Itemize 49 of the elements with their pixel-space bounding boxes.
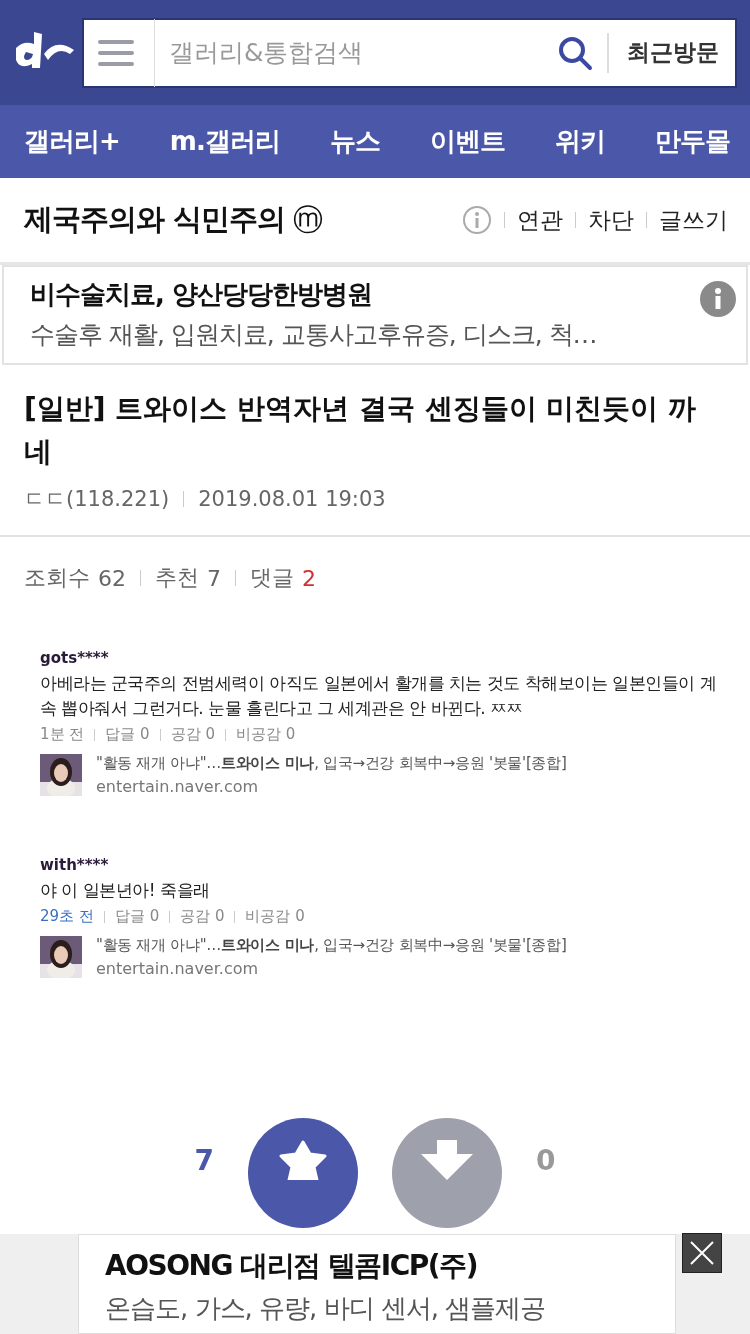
comment-count[interactable]: 공감 0 [180,907,225,926]
gallery-action-link[interactable]: 연관 [517,204,563,236]
nav-link[interactable]: 뉴스 [329,124,380,159]
comment-count[interactable]: 공감 0 [170,725,215,744]
comment-count[interactable]: 비공감 0 [235,725,296,744]
comment-text: 야 이 일본년아! 죽을래 [40,879,211,902]
stat-value: 7 [207,565,221,591]
news-site: entertain.naver.com [96,959,260,978]
stat-value: 2 [302,565,316,591]
news-site: entertain.naver.com [96,777,260,796]
ad-text: 수술후 재활, 입원치료, 교통사고후유증, 디스크, 척… [30,319,597,351]
nav-link[interactable]: 갤러리+ [24,124,120,159]
gallery-title: 제국주의와 식민주의 [24,201,286,238]
ad-text: 온습도, 가스, 유량, 바디 센서, 샘플제공 [105,1292,547,1325]
comment-time: 29초 전 [40,907,94,926]
comment-count[interactable]: 비공감 0 [245,907,305,926]
nav-link[interactable]: m.갤러리 [169,124,280,159]
downvote-count: 0 [536,1144,556,1177]
ad-title: 비수술치료, 양산당당한방병원 [30,278,373,311]
stat-label: 댓글 [250,564,294,592]
minor-gallery-label: ⓜ [293,200,324,239]
gallery-action-link[interactable]: 글쓰기 [659,204,728,236]
nav-link[interactable]: 이벤트 [429,124,505,159]
comment-username: gots**** [40,649,110,667]
comment-time: 1분 전 [40,725,85,744]
nav-link[interactable]: 위키 [554,124,605,159]
post-title: [일반] 트와이스 반역자년 결국 센징들이 미친듯이 까네 [24,391,698,470]
search-field[interactable]: 갤러리&통합검색 최근방문 [82,17,737,88]
comment-count[interactable]: 답글 0 [114,907,160,926]
ad-banner[interactable]: AOSONG 대리점 텔콤ICP(주) 온습도, 가스, 유량, 바디 센서, 샘플제공 [78,1234,676,1334]
post-date: 2019.08.01 19:03 [198,487,386,511]
news-link[interactable]: "활동 재개 아냐"…트와이스 미나, 입국→건강 회복中→응원 '봇물'[종합] [96,936,567,955]
search-icon[interactable] [557,34,593,71]
nav-link[interactable]: 만두몰 [655,124,730,159]
recent-visits-button[interactable]: 최근방문 [607,32,735,73]
post-author: ㄷㄷ(118.221) [24,486,170,513]
comment-text: 아베라는 군국주의 전범세력이 아직도 일본에서 활개를 치는 것도 착해보이는 일본인들이 계속 뽑아줘서 그런거다. 눈물 흘린다고 그 세계관은 안 바뀐다. ㅉㅉ [40,672,718,720]
gallery-action-link[interactable]: 차단 [588,204,634,236]
close-icon[interactable] [682,1233,722,1273]
ad-title: AOSONG 대리점 텔콤ICP(주) [105,1248,478,1284]
comment-count[interactable]: 답글 0 [105,725,150,744]
news-link[interactable]: "활동 재개 아냐"…트와이스 미나, 입국→건강 회복中→응원 '봇물'[종합] [96,754,567,773]
info-icon[interactable] [700,281,736,317]
comment-username: with**** [40,856,110,874]
stat-label: 조회수 [24,564,90,592]
upvote-count: 7 [194,1144,214,1177]
stat-label: 추천 [155,564,199,592]
ad-banner[interactable]: 비수술치료, 양산당당한방병원 수술후 재활, 입원치료, 교통사고후유증, 디스크, 척… [2,265,748,365]
stat-value: 62 [98,565,126,591]
